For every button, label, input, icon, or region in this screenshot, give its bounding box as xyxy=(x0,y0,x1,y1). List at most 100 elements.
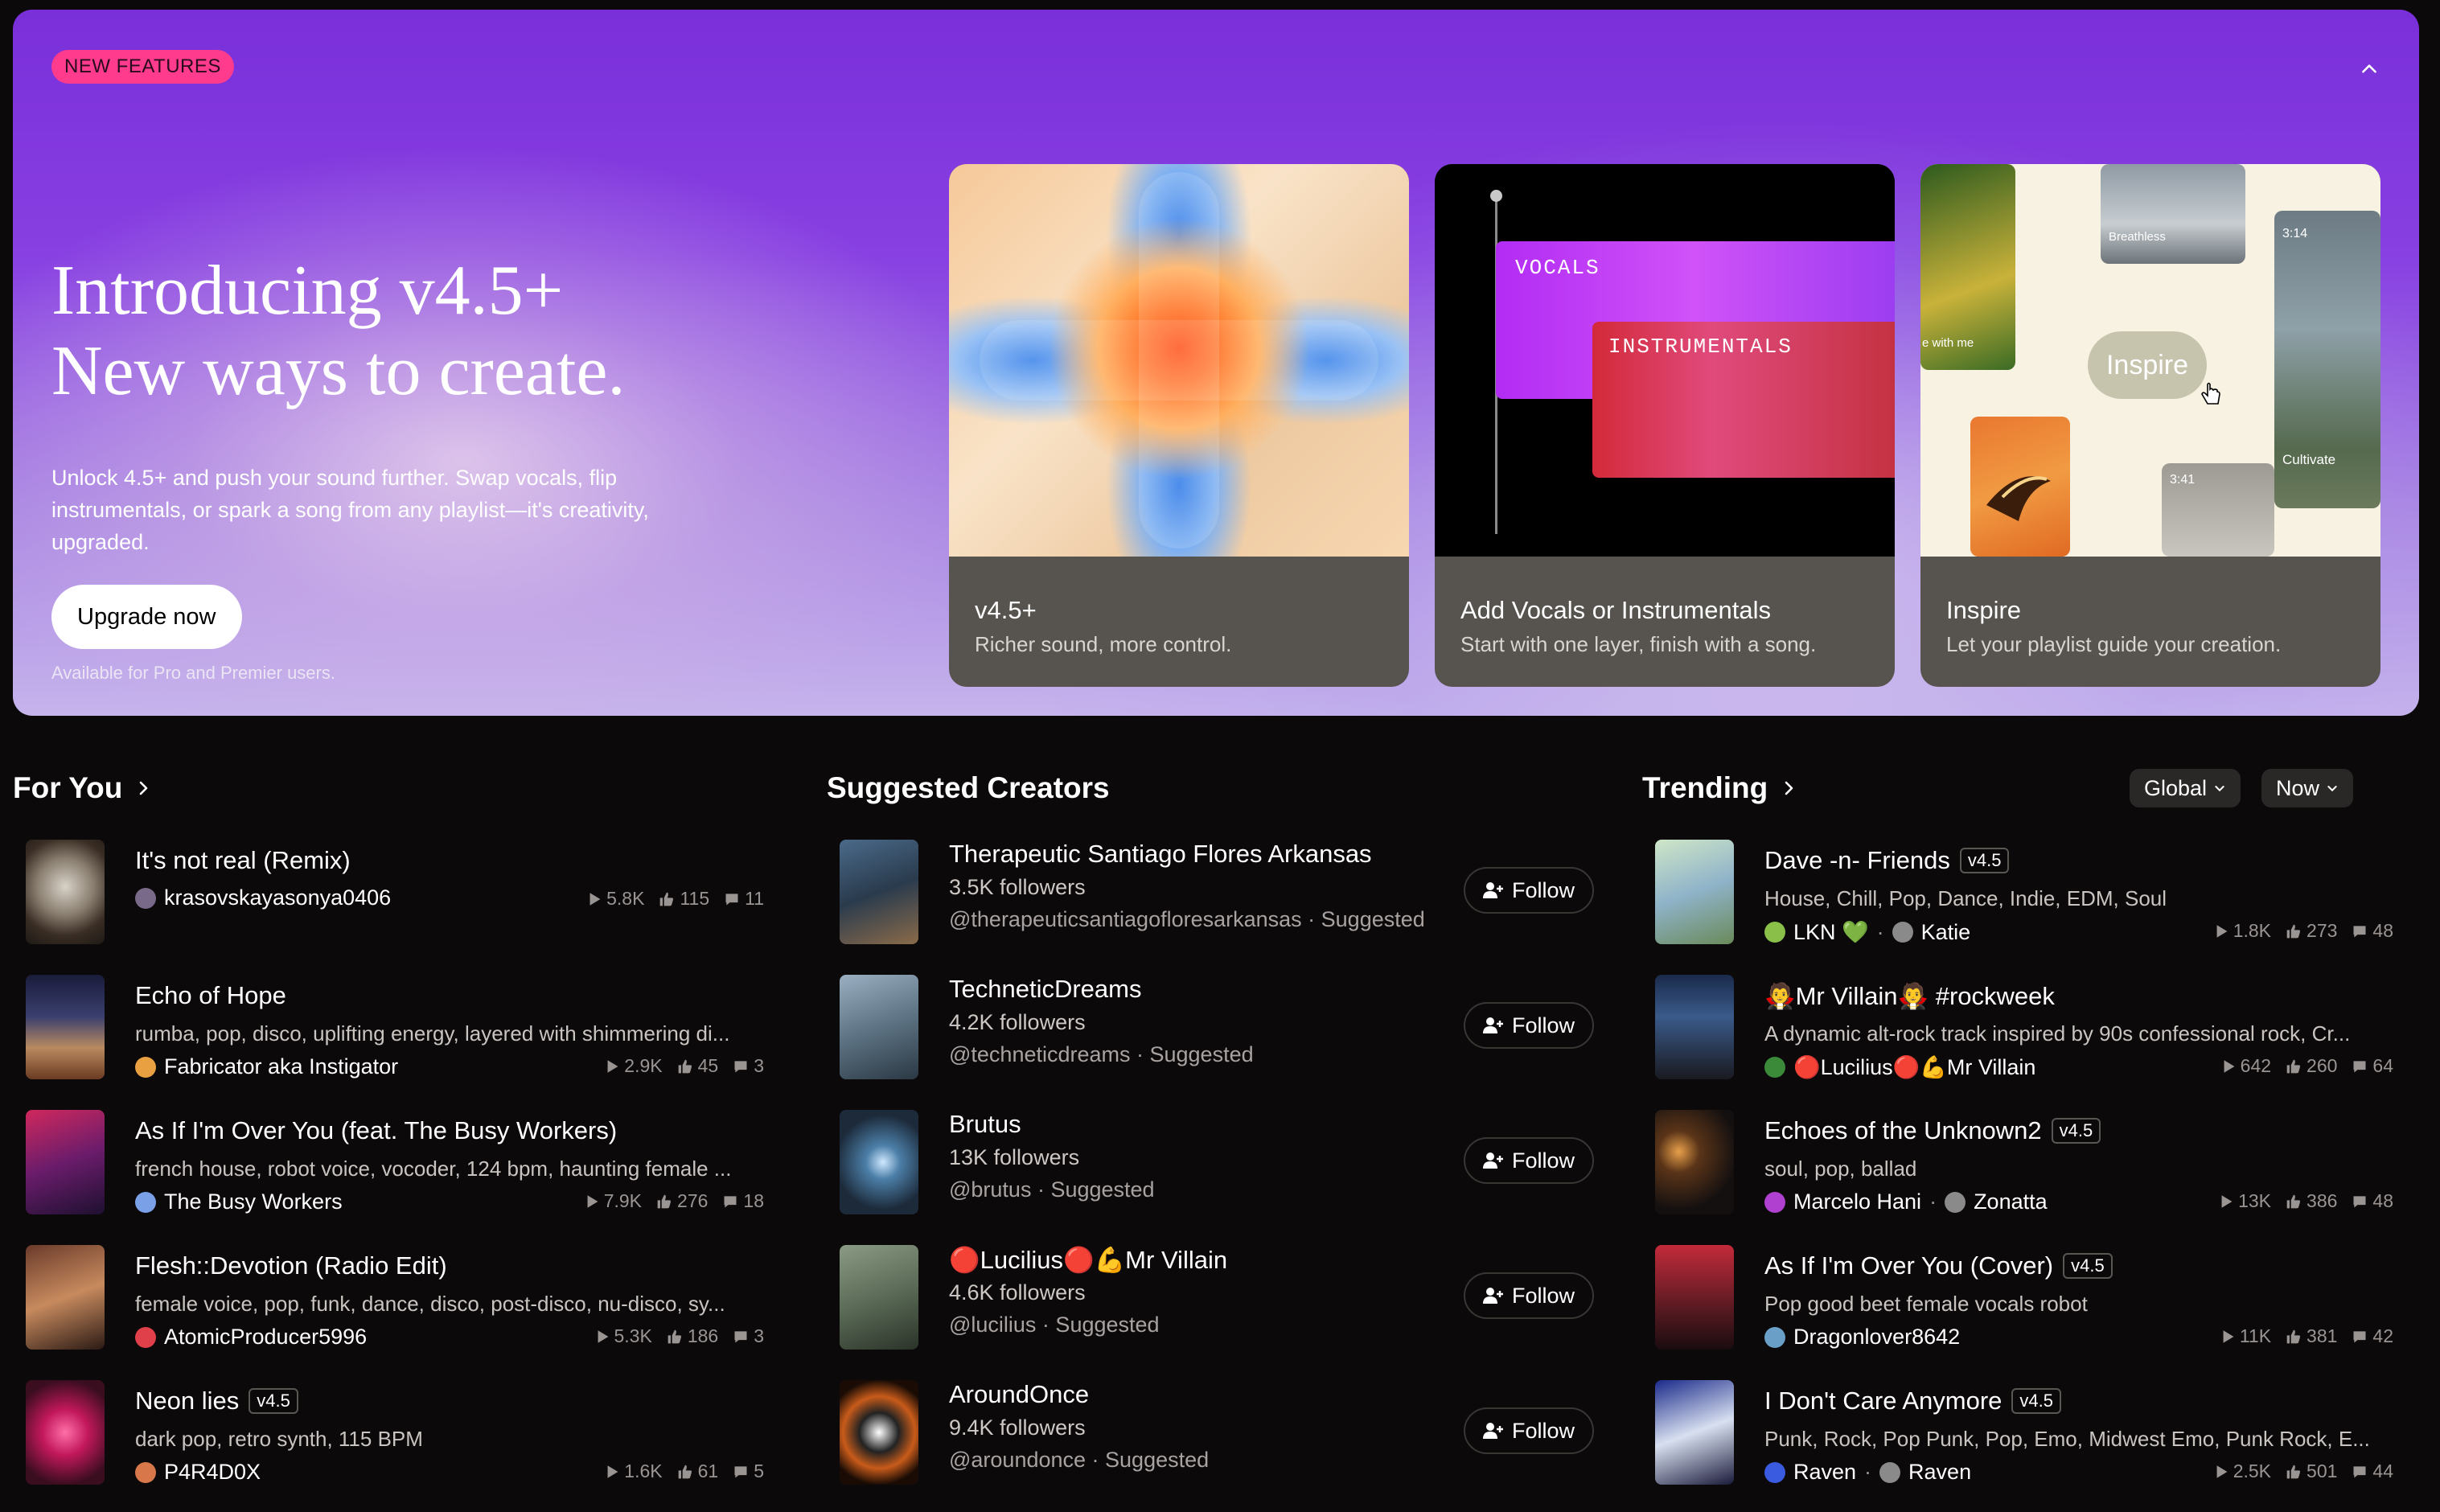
like-count: 186 xyxy=(667,1325,718,1347)
song-cover[interactable] xyxy=(1655,840,1734,944)
song-title[interactable]: I Don't Care Anymore xyxy=(1764,1387,2002,1415)
song-author[interactable]: Marcelo Hani · Zonatta xyxy=(1764,1189,2048,1214)
author-name[interactable]: The Busy Workers xyxy=(164,1189,343,1214)
song-cover[interactable] xyxy=(26,1110,105,1214)
author-name[interactable]: krasovskayasonya0406 xyxy=(164,885,391,910)
song-author[interactable]: krasovskayasonya0406 xyxy=(135,885,391,910)
creator-avatar[interactable] xyxy=(840,975,918,1079)
song-title[interactable]: Echo of Hope xyxy=(135,981,286,1010)
song-title[interactable]: Dave -n- Friends xyxy=(1764,846,1950,875)
card-title: Add Vocals or Instrumentals xyxy=(1460,596,1771,624)
author-name[interactable]: Marcelo Hani xyxy=(1793,1189,1921,1214)
comment-icon xyxy=(2353,1195,2366,1207)
song-title[interactable]: Echoes of the Unknown2 xyxy=(1764,1116,2042,1145)
creator-avatar[interactable] xyxy=(840,1110,918,1214)
comment-count: 3 xyxy=(733,1325,764,1347)
play-icon xyxy=(607,1059,618,1073)
song-author[interactable]: Fabricator aka Instigator xyxy=(135,1054,398,1079)
song-author[interactable]: LKN 💚 · Katie xyxy=(1764,919,1970,945)
song-cover[interactable] xyxy=(1655,1380,1734,1485)
song-row[interactable]: Echo of Hope rumba, pop, disco, uplifting… xyxy=(26,975,764,1079)
follow-button[interactable]: Follow xyxy=(1464,1407,1595,1454)
author-name[interactable]: LKN 💚 xyxy=(1793,919,1869,945)
song-title[interactable]: As If I'm Over You (feat. The Busy Worke… xyxy=(135,1116,617,1145)
card-title: Inspire xyxy=(1946,596,2022,624)
song-row[interactable]: Flesh::Devotion (Radio Edit)female voice… xyxy=(26,1245,764,1350)
creator-row[interactable]: TechneticDreams 4.2K followers @techneticd… xyxy=(840,975,1596,1079)
follow-button[interactable]: Follow xyxy=(1464,1002,1595,1049)
region-filter-dropdown[interactable]: Global xyxy=(2130,769,2241,807)
song-author[interactable]: AtomicProducer5996 xyxy=(135,1325,367,1350)
creator-row[interactable]: Brutus 13K followers @brutus · Suggested Fo… xyxy=(840,1110,1596,1214)
song-author[interactable]: Raven · Raven xyxy=(1764,1460,1971,1485)
song-row[interactable]: 🧛Mr Villain🧛 #rockweek A dynamic alt-rock… xyxy=(1655,975,2393,1079)
author-name[interactable]: P4R4D0X xyxy=(164,1460,261,1485)
creator-name[interactable]: Therapeutic Santiago Flores Arkansas xyxy=(949,840,1372,869)
song-row[interactable]: I Don't Care Anymore v4.5 Punk, Rock, Pop … xyxy=(1655,1380,2393,1485)
song-stats: 11K 381 42 xyxy=(2222,1325,2393,1347)
author-name[interactable]: Fabricator aka Instigator xyxy=(164,1054,398,1079)
song-author[interactable]: P4R4D0X xyxy=(135,1460,261,1485)
upgrade-now-button[interactable]: Upgrade now xyxy=(51,585,242,649)
creator-handle: @lucilius · Suggested xyxy=(949,1313,1160,1337)
creator-name[interactable]: AroundOnce xyxy=(949,1380,1089,1409)
creator-handle: @brutus · Suggested xyxy=(949,1177,1155,1202)
song-author[interactable]: 🔴Lucilius🔴💪Mr Villain xyxy=(1764,1054,2035,1080)
song-cover[interactable] xyxy=(26,975,105,1079)
song-row[interactable]: Neon lies v4.5 dark pop, retro synth, 115 … xyxy=(26,1380,764,1485)
follow-button[interactable]: Follow xyxy=(1464,867,1595,914)
song-title[interactable]: 🧛Mr Villain🧛 #rockweek xyxy=(1764,981,2055,1011)
author-name[interactable]: Dragonlover8642 xyxy=(1793,1325,1960,1350)
follow-button[interactable]: Follow xyxy=(1464,1137,1595,1184)
author2-name[interactable]: Zonatta xyxy=(1974,1189,2048,1214)
song-title[interactable]: As If I'm Over You (Cover) xyxy=(1764,1251,2053,1280)
follow-label: Follow xyxy=(1512,1418,1575,1443)
for-you-heading[interactable]: For You xyxy=(13,769,153,807)
creator-row[interactable]: Therapeutic Santiago Flores Arkansas 3.5K… xyxy=(840,840,1596,944)
song-cover[interactable] xyxy=(1655,1110,1734,1214)
creator-avatar[interactable] xyxy=(840,840,918,944)
author2-name[interactable]: Raven xyxy=(1908,1460,1971,1485)
feature-card-inspire[interactable]: e with me Breathless 3:14 Cultivate 3:41… xyxy=(1920,164,2380,687)
song-author[interactable]: The Busy Workers xyxy=(135,1189,343,1214)
creator-avatar[interactable] xyxy=(840,1245,918,1350)
creator-followers: 4.2K followers xyxy=(949,1010,1086,1034)
creator-row[interactable]: AroundOnce 9.4K followers @aroundonce · Su… xyxy=(840,1380,1596,1485)
trending-heading[interactable]: Trending xyxy=(1642,769,1798,807)
song-title[interactable]: Neon lies xyxy=(135,1387,239,1415)
feature-card-add-vocals[interactable]: VOCALS INSTRUMENTALS Add Vocals or Instr… xyxy=(1435,164,1895,687)
time-filter-dropdown[interactable]: Now xyxy=(2261,769,2354,807)
tile-time: 3:41 xyxy=(2170,473,2196,487)
collapse-banner-button[interactable] xyxy=(2352,51,2387,87)
creator-name[interactable]: TechneticDreams xyxy=(949,975,1141,1004)
creator-name[interactable]: Brutus xyxy=(949,1110,1021,1139)
song-row[interactable]: As If I'm Over You (Cover) v4.5 Pop good b… xyxy=(1655,1245,2393,1350)
song-tags: female voice, pop, funk, dance, disco, p… xyxy=(135,1292,725,1316)
song-cover[interactable] xyxy=(26,1380,105,1485)
song-row[interactable]: As If I'm Over You (feat. The Busy Worke… xyxy=(26,1110,764,1214)
feature-card-v45[interactable]: v4.5+ Richer sound, more control. xyxy=(949,164,1409,687)
song-cover[interactable] xyxy=(1655,1245,1734,1350)
song-row[interactable]: Dave -n- Friends v4.5 House, Chill, Pop, D… xyxy=(1655,840,2393,944)
follow-button[interactable]: Follow xyxy=(1464,1272,1595,1319)
author2-name[interactable]: Katie xyxy=(1921,920,1971,945)
author-name[interactable]: Raven xyxy=(1793,1460,1856,1485)
song-row[interactable]: It's not real (Remix) krasovskayasonya040… xyxy=(26,840,764,944)
song-title[interactable]: It's not real (Remix) xyxy=(135,846,351,875)
thumbs-up-icon xyxy=(2286,1465,2301,1478)
song-author[interactable]: Dragonlover8642 xyxy=(1764,1325,1960,1350)
author-name[interactable]: 🔴Lucilius🔴💪Mr Villain xyxy=(1793,1054,2035,1080)
song-row[interactable]: Echoes of the Unknown2 v4.5 soul, pop, bal… xyxy=(1655,1110,2393,1214)
instrumentals-label: INSTRUMENTALS xyxy=(1608,335,1793,359)
song-tags: rumba, pop, disco, uplifting energy, lay… xyxy=(135,1021,730,1046)
song-title-wrap: Dave -n- Friends v4.5 xyxy=(1764,846,2010,875)
song-cover[interactable] xyxy=(26,1245,105,1350)
song-cover[interactable] xyxy=(26,840,105,944)
author-name[interactable]: AtomicProducer5996 xyxy=(164,1325,367,1350)
creator-name[interactable]: 🔴Lucilius🔴💪Mr Villain xyxy=(949,1245,1227,1275)
creator-row[interactable]: 🔴Lucilius🔴💪Mr Villain 4.6K followers @luci… xyxy=(840,1245,1596,1350)
song-cover[interactable] xyxy=(1655,975,1734,1079)
song-title[interactable]: Flesh::Devotion (Radio Edit) xyxy=(135,1251,447,1280)
creator-avatar[interactable] xyxy=(840,1380,918,1485)
thumbs-up-icon xyxy=(678,1465,692,1478)
